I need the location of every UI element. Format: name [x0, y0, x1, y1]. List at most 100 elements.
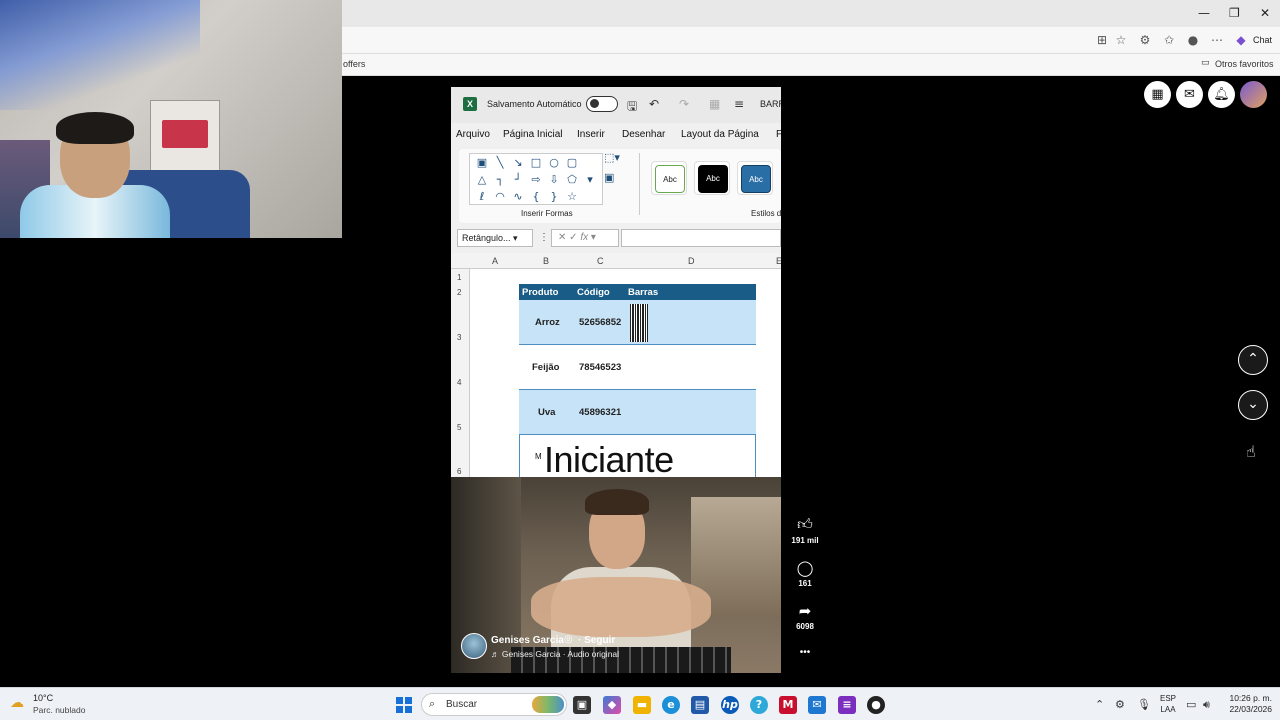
namebox-more-icon[interactable]: ⋮ [539, 232, 549, 243]
author-name[interactable]: Genises Garcia [491, 635, 564, 646]
author-avatar[interactable] [461, 633, 487, 659]
col-c[interactable]: C [597, 256, 604, 266]
col-e[interactable]: E [776, 256, 781, 266]
chat-label[interactable]: Chat [1253, 35, 1272, 45]
tab-f[interactable]: F [776, 129, 781, 140]
wifi-icon[interactable]: ▭ [1186, 698, 1196, 711]
tab-arquivo[interactable]: Arquivo [456, 129, 490, 140]
row-3[interactable]: 3 [457, 333, 461, 342]
elbow-shape-icon[interactable]: ┘ [509, 171, 527, 188]
copilot-icon[interactable]: ◆ [1234, 33, 1248, 47]
network-tray-icon[interactable]: ⚙ [1115, 698, 1125, 711]
shape-style-2[interactable]: Abc [694, 161, 730, 195]
clipchamp-icon[interactable]: ≡ [838, 696, 856, 714]
taskbar-search[interactable]: ⌕ Buscar [421, 693, 567, 716]
mcafee-icon[interactable]: M [779, 696, 797, 714]
row-6[interactable]: 6 [457, 467, 461, 476]
rect-shape-icon[interactable]: □ [527, 154, 545, 171]
volume-icon[interactable]: 🔊︎ [1203, 698, 1210, 712]
arc-shape-icon[interactable]: ◠ [491, 188, 509, 205]
support-app-icon[interactable]: ? [750, 696, 768, 714]
row-1[interactable]: 1 [457, 273, 461, 282]
right-arrow-shape-icon[interactable]: ⇨ [527, 171, 545, 188]
row-5[interactable]: 5 [457, 423, 461, 432]
extensions-icon[interactable]: ⚙ [1138, 33, 1152, 47]
task-view-icon[interactable]: ▣ [573, 696, 591, 714]
maximize-button[interactable]: ❐ [1229, 6, 1240, 20]
clock[interactable]: 10:26 p. m. 22/03/2026 [1222, 693, 1272, 715]
app-available-icon[interactable]: ⊞ [1095, 33, 1109, 47]
profile-icon[interactable]: ● [1186, 33, 1200, 47]
rounded-rect-shape-icon[interactable]: ▢ [563, 154, 581, 171]
scroll-icon[interactable] [581, 154, 599, 171]
formula-bar[interactable] [621, 229, 781, 247]
row-4[interactable]: 4 [457, 378, 461, 387]
copilot-app-icon[interactable]: ◆ [603, 696, 621, 714]
minimize-button[interactable]: — [1198, 6, 1210, 20]
shapes-gallery[interactable]: ▣ ╲ ↘ □ ○ ▢ △ ┐ ┘ ⇨ ⇩ ⬠ ▾ ℓ ◠ ∿{} ☆ [469, 153, 603, 205]
col-b[interactable]: B [543, 256, 549, 266]
more-shapes-icon[interactable]: ▾ [581, 171, 599, 188]
reel-video[interactable]: X Salvamento Automático 🖫 ↶ ↷ ▦ ≡ BARR A… [451, 87, 781, 673]
share-button[interactable]: ➦ 6098 [790, 602, 820, 631]
hp-app-icon[interactable]: hp [721, 696, 739, 714]
table-row[interactable]: Feijão 78546523 [519, 345, 756, 390]
undo-icon[interactable]: ↶ [649, 97, 659, 111]
more-options-button[interactable]: ••• [790, 647, 820, 658]
star-shape-icon[interactable]: ☆ [563, 188, 581, 205]
tab-layout-pagina[interactable]: Layout da Página [681, 129, 759, 140]
close-button[interactable]: ✕ [1260, 6, 1270, 20]
bookmark-otros-favoritos[interactable]: Otros favoritos [1215, 59, 1274, 69]
notifications-bell-icon[interactable]: 🔔︎ [1208, 81, 1235, 108]
previous-reel-button[interactable]: ⌃ [1238, 345, 1268, 375]
weather-icon[interactable]: ☁ [10, 695, 24, 711]
weather-temperature[interactable]: 10°C [33, 693, 53, 703]
comment-button[interactable]: ◯ 161 [790, 559, 820, 588]
freeform-shape-icon[interactable]: ℓ [473, 188, 491, 205]
store-icon[interactable]: ▤ [691, 696, 709, 714]
shape-style-1[interactable]: Abc [651, 161, 687, 195]
profile-avatar[interactable] [1240, 81, 1267, 108]
weather-description[interactable]: Parc. nublado [33, 705, 85, 715]
redo-icon[interactable]: ↷ [679, 97, 689, 111]
start-button[interactable] [396, 697, 412, 713]
audio-label[interactable]: ♬ Genises Garcia · Audio original [491, 649, 619, 659]
col-a[interactable]: A [492, 256, 498, 266]
brace-left-shape-icon[interactable]: { [527, 188, 545, 205]
triangle-shape-icon[interactable]: △ [473, 171, 491, 188]
down-arrow-shape-icon[interactable]: ⇩ [545, 171, 563, 188]
edge-browser-icon[interactable]: e [662, 696, 680, 714]
oval-shape-icon[interactable]: ○ [545, 154, 563, 171]
bookmark-offers[interactable]: offers [343, 59, 365, 69]
next-reel-button[interactable]: ⌄ [1238, 390, 1268, 420]
microphone-icon[interactable]: 🎙︎ [1137, 698, 1151, 711]
show-hidden-icons[interactable]: ⌃ [1095, 698, 1104, 711]
menu-grid-icon[interactable]: ▦ [1144, 81, 1171, 108]
file-explorer-icon[interactable]: ▬ [633, 696, 651, 714]
table-row[interactable]: Arroz 52656852 [519, 300, 756, 345]
callout-shape-icon[interactable]: ⬠ [563, 171, 581, 188]
edit-shape-icon[interactable]: ⬚▾ [604, 151, 620, 164]
obs-icon[interactable]: ● [867, 696, 885, 714]
curve-shape-icon[interactable]: ∿ [509, 188, 527, 205]
connector-shape-icon[interactable]: ┐ [491, 171, 509, 188]
table-icon[interactable]: ▦ [709, 97, 720, 111]
language-indicator[interactable]: ESP LAA [1160, 693, 1176, 715]
row-2[interactable]: 2 [457, 288, 461, 297]
tab-inserir[interactable]: Inserir [577, 129, 605, 140]
shape-style-3[interactable]: Abc [737, 161, 773, 195]
save-icon[interactable]: 🖫 [627, 97, 637, 118]
brace-right-shape-icon[interactable]: } [545, 188, 563, 205]
col-d[interactable]: D [688, 256, 695, 266]
autosave-toggle[interactable] [586, 96, 618, 112]
tab-pagina-inicial[interactable]: Página Inicial [503, 129, 562, 140]
favorite-star-icon[interactable]: ☆ [1114, 33, 1128, 47]
like-button[interactable]: 👍︎ 191 mil [790, 515, 820, 545]
fx-label[interactable]: fx [580, 232, 588, 243]
name-box[interactable]: Retângulo... ▾ [457, 229, 533, 247]
more-menu-icon[interactable]: ⋯ [1210, 33, 1224, 47]
follow-button[interactable]: · Seguir [578, 635, 615, 646]
barcode-image[interactable] [630, 304, 648, 342]
table-row[interactable]: Uva 45896321 [519, 390, 756, 435]
messenger-icon[interactable]: ✉ [1176, 81, 1203, 108]
